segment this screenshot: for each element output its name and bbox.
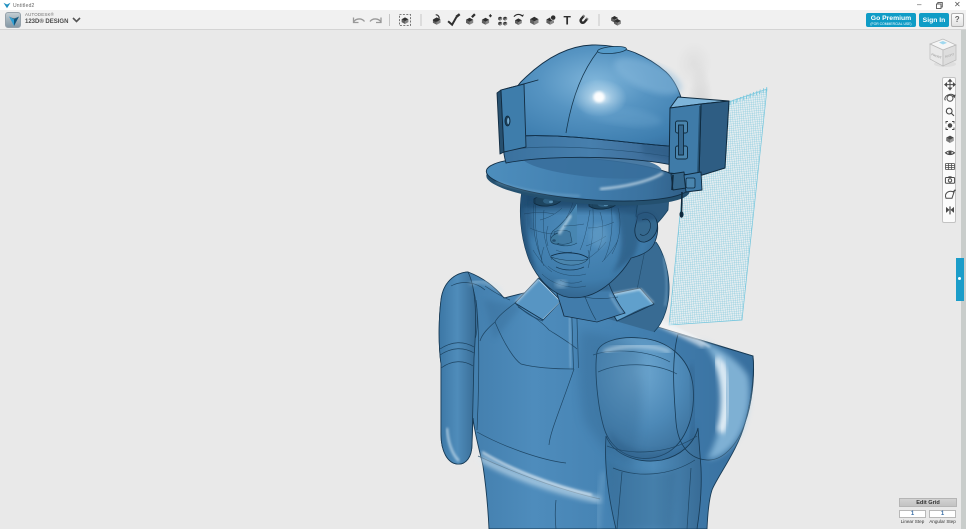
svg-text:T: T bbox=[564, 14, 572, 27]
